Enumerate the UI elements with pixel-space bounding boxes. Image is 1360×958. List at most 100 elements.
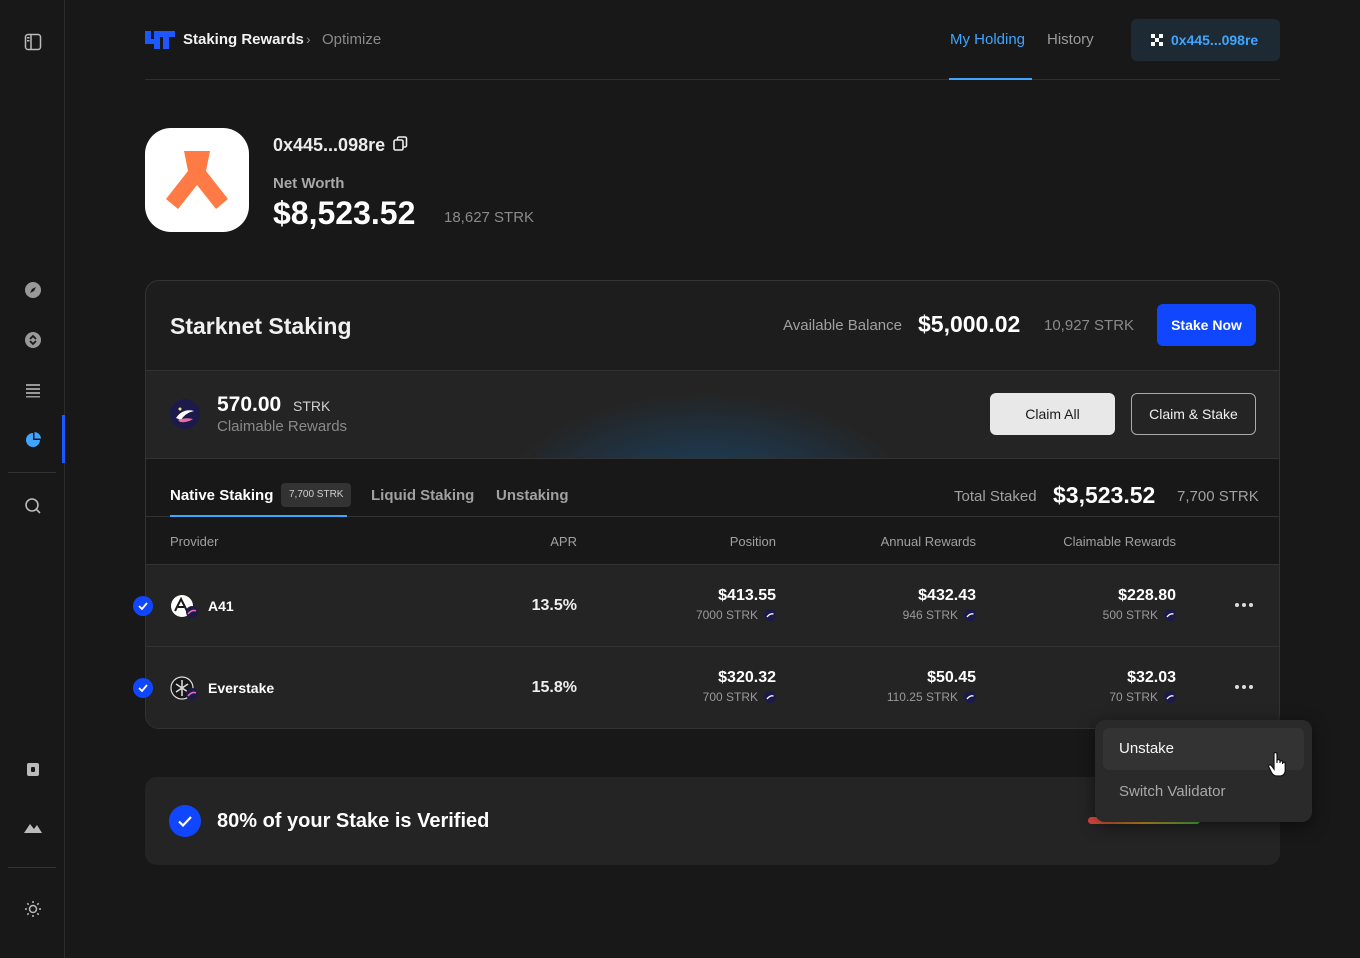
breadcrumb[interactable]: Optimize (322, 31, 381, 48)
table-row[interactable]: Everstake 15.8% $320.32 700 STRK $50.45 … (146, 647, 1279, 728)
provider-name: A41 (208, 598, 234, 614)
strk-token-icon (1164, 691, 1176, 703)
staking-tabs: Native Staking 7,700 STRK Liquid Staking… (146, 459, 1279, 517)
column-provider: Provider (170, 534, 219, 549)
tab-native-staking[interactable]: Native Staking (170, 487, 273, 504)
column-claimable-rewards: Claimable Rewards (1063, 534, 1176, 549)
wallet-button[interactable]: 0x445...098re (1131, 19, 1280, 61)
annual-rewards-value: $432.43 (918, 587, 976, 604)
sidebar-active-indicator (62, 415, 65, 463)
sidebar-divider (8, 472, 56, 473)
claimable-rewards-cell: $228.80 500 STRK (996, 587, 1176, 622)
claimable-rewards-cell: $32.03 70 STRK (996, 669, 1176, 704)
panel-toggle-icon[interactable] (22, 31, 44, 53)
more-options-icon[interactable] (1230, 677, 1258, 697)
row-checkbox[interactable] (133, 678, 153, 698)
profile-address-row: 0x445...098re (273, 135, 408, 156)
strk-token-icon (1164, 609, 1176, 621)
lock-icon[interactable] (22, 758, 44, 780)
strk-token-icon (764, 691, 776, 703)
net-worth-value: $8,523.52 (273, 195, 416, 231)
claimable-rewards-strk: 500 STRK (1102, 608, 1158, 622)
annual-rewards-cell: $50.45 110.25 STRK (796, 669, 976, 704)
position-cell: $320.32 700 STRK (596, 669, 776, 704)
header: Staking Rewards › Optimize My Holding Hi… (145, 0, 1280, 80)
available-balance-strk: 10,927 STRK (1044, 317, 1135, 334)
table-header: Provider APR Position Annual Rewards Cla… (146, 517, 1279, 565)
swap-icon[interactable] (22, 329, 44, 351)
copy-icon[interactable] (393, 135, 408, 156)
column-apr: APR (550, 534, 577, 549)
claimable-label: Claimable Rewards (217, 418, 348, 435)
tab-my-holding[interactable]: My Holding (950, 31, 1025, 48)
position-value: $320.32 (718, 669, 776, 686)
position-value: $413.55 (718, 587, 776, 604)
sidebar (0, 0, 65, 958)
column-annual-rewards: Annual Rewards (880, 534, 976, 549)
glow-decoration (486, 391, 926, 458)
claimable-rewards-value: $32.03 (1127, 669, 1176, 686)
sun-icon[interactable] (22, 898, 44, 920)
card-title: Starknet Staking (170, 313, 352, 339)
active-tab-underline (949, 78, 1032, 80)
position-strk: 7000 STRK (695, 608, 758, 622)
net-worth-label: Net Worth (273, 175, 345, 192)
wallet-address: 0x445...098re (1171, 32, 1259, 48)
brand-name[interactable]: Staking Rewards (183, 31, 304, 48)
annual-rewards-strk: 110.25 STRK (886, 690, 958, 704)
sidebar-divider (8, 867, 56, 868)
column-position: Position (729, 534, 776, 549)
verified-text: 80% of your Stake is Verified (217, 810, 490, 832)
pie-chart-icon[interactable] (22, 429, 44, 451)
row-checkbox[interactable] (133, 596, 153, 616)
annual-rewards-value: $50.45 (927, 669, 976, 686)
stake-now-button[interactable]: Stake Now (1157, 304, 1256, 346)
card-header: Starknet Staking Available Balance $5,00… (146, 281, 1279, 371)
claimable-unit: STRK (293, 398, 331, 414)
claimable-amount: 570.00 (217, 393, 282, 416)
apr-value: 13.5% (531, 597, 577, 614)
compass-icon[interactable] (22, 279, 44, 301)
provider-name: Everstake (208, 680, 275, 696)
tab-history[interactable]: History (1047, 31, 1094, 48)
claim-and-stake-button[interactable]: Claim & Stake (1131, 393, 1256, 435)
list-icon[interactable] (22, 379, 44, 401)
breadcrumb-separator-icon: › (306, 31, 311, 47)
a41-logo-icon (170, 594, 198, 623)
claimable-rewards-strk: 70 STRK (1109, 690, 1158, 704)
search-icon[interactable] (22, 495, 44, 517)
verified-check-icon (169, 805, 201, 837)
strk-token-icon (964, 691, 976, 703)
strk-token-icon (964, 609, 976, 621)
checkmark-icon (138, 684, 148, 692)
total-staked-value: $3,523.52 (1053, 482, 1156, 508)
total-staked-label: Total Staked (954, 488, 1037, 505)
wallet-icon (1151, 34, 1163, 46)
staking-rewards-logo-icon[interactable] (145, 31, 175, 54)
annual-rewards-strk: 946 STRK (902, 608, 958, 622)
annual-rewards-cell: $432.43 946 STRK (796, 587, 976, 622)
avatar (145, 128, 249, 232)
strk-token-icon (764, 609, 776, 621)
claimable-rewards-row: 570.00 STRK Claimable Rewards Claim All … (146, 371, 1279, 459)
profile-address: 0x445...098re (273, 135, 386, 155)
tab-liquid-staking[interactable]: Liquid Staking (371, 487, 474, 504)
tab-unstaking[interactable]: Unstaking (496, 487, 569, 504)
available-balance-value: $5,000.02 (918, 311, 1021, 337)
native-staking-badge: 7,700 STRK (281, 483, 352, 507)
total-staked-strk: 7,700 STRK (1177, 488, 1259, 505)
mountain-icon[interactable] (22, 816, 44, 838)
claimable-rewards-value: $228.80 (1118, 587, 1176, 604)
apr-value: 15.8% (531, 679, 577, 696)
starknet-staking-card: Starknet Staking Available Balance $5,00… (145, 280, 1280, 729)
position-strk: 700 STRK (702, 690, 758, 704)
available-balance-label: Available Balance (783, 317, 902, 334)
table-row[interactable]: A41 13.5% $413.55 7000 STRK $432.43 946 … (146, 565, 1279, 647)
everstake-logo-icon (170, 676, 198, 705)
checkmark-icon (138, 602, 148, 610)
net-worth-strk: 18,627 STRK (444, 209, 535, 226)
position-cell: $413.55 7000 STRK (596, 587, 776, 622)
more-options-icon[interactable] (1230, 595, 1258, 615)
claim-all-button[interactable]: Claim All (990, 393, 1115, 435)
hand-cursor-icon (1268, 751, 1288, 783)
